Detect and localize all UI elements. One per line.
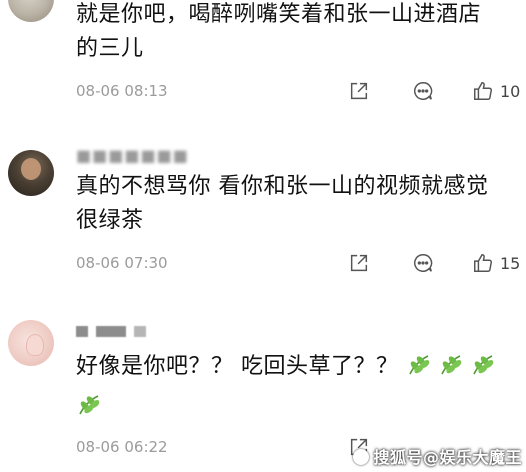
comment-time: 08-06 08:13 — [76, 82, 168, 100]
comment-text-line1: 好像是你吧？？ 吃回头草了？？ — [76, 354, 399, 379]
comment-time: 08-06 07:30 — [76, 254, 168, 272]
share-icon[interactable] — [348, 252, 370, 274]
comment-meta: 08-06 08:13 10 — [76, 80, 521, 104]
username-blurred — [76, 326, 146, 337]
comment-icon[interactable] — [412, 252, 434, 274]
comment-meta: 08-06 07:30 15 — [76, 252, 521, 276]
leaf-emoji-icon — [79, 395, 100, 415]
avatar[interactable] — [8, 320, 54, 366]
leaf-emoji-icon — [409, 355, 430, 375]
comment-item: ■■■■■■■ 真的不想骂你 看你和张一山的视频就感觉 很绿茶 08-06 07… — [0, 140, 526, 290]
leaf-emoji-icon — [473, 355, 494, 375]
like-count: 15 — [500, 254, 521, 273]
comment-text: 真的不想骂你 看你和张一山的视频就感觉 很绿茶 — [76, 170, 506, 238]
comment-icon[interactable] — [412, 80, 434, 102]
thumbs-up-icon[interactable] — [472, 80, 494, 102]
thumbs-up-icon[interactable] — [472, 252, 494, 274]
share-icon[interactable] — [348, 80, 370, 102]
username-blurred: ■■■■■■■ — [76, 146, 189, 165]
paw-logo-icon — [353, 449, 370, 465]
comment-time: 08-06 06:22 — [76, 438, 168, 456]
comment-text: 就是你吧，喝醉咧嘴笑着和张一山进酒店 的三儿 — [76, 0, 506, 66]
like-count: 10 — [500, 82, 521, 101]
avatar[interactable] — [8, 0, 54, 22]
avatar[interactable] — [8, 150, 54, 196]
watermark-text: 搜狐号@娱乐大魔王 — [373, 448, 522, 467]
comment-text-line1: 真的不想骂你 看你和张一山的视频就感觉 — [76, 174, 489, 199]
leaf-emoji-icon — [441, 355, 462, 375]
watermark: 搜狐号@娱乐大魔王 — [353, 444, 522, 468]
comment-item: 就是你吧，喝醉咧嘴笑着和张一山进酒店 的三儿 08-06 08:13 10 — [0, 0, 526, 120]
comment-text-line1: 就是你吧，喝醉咧嘴笑着和张一山进酒店 — [76, 2, 482, 27]
comment-text-line2: 的三儿 — [76, 36, 144, 61]
comment-text: 好像是你吧？？ 吃回头草了？？ — [76, 350, 506, 424]
comment-text-line2: 很绿茶 — [76, 208, 144, 233]
